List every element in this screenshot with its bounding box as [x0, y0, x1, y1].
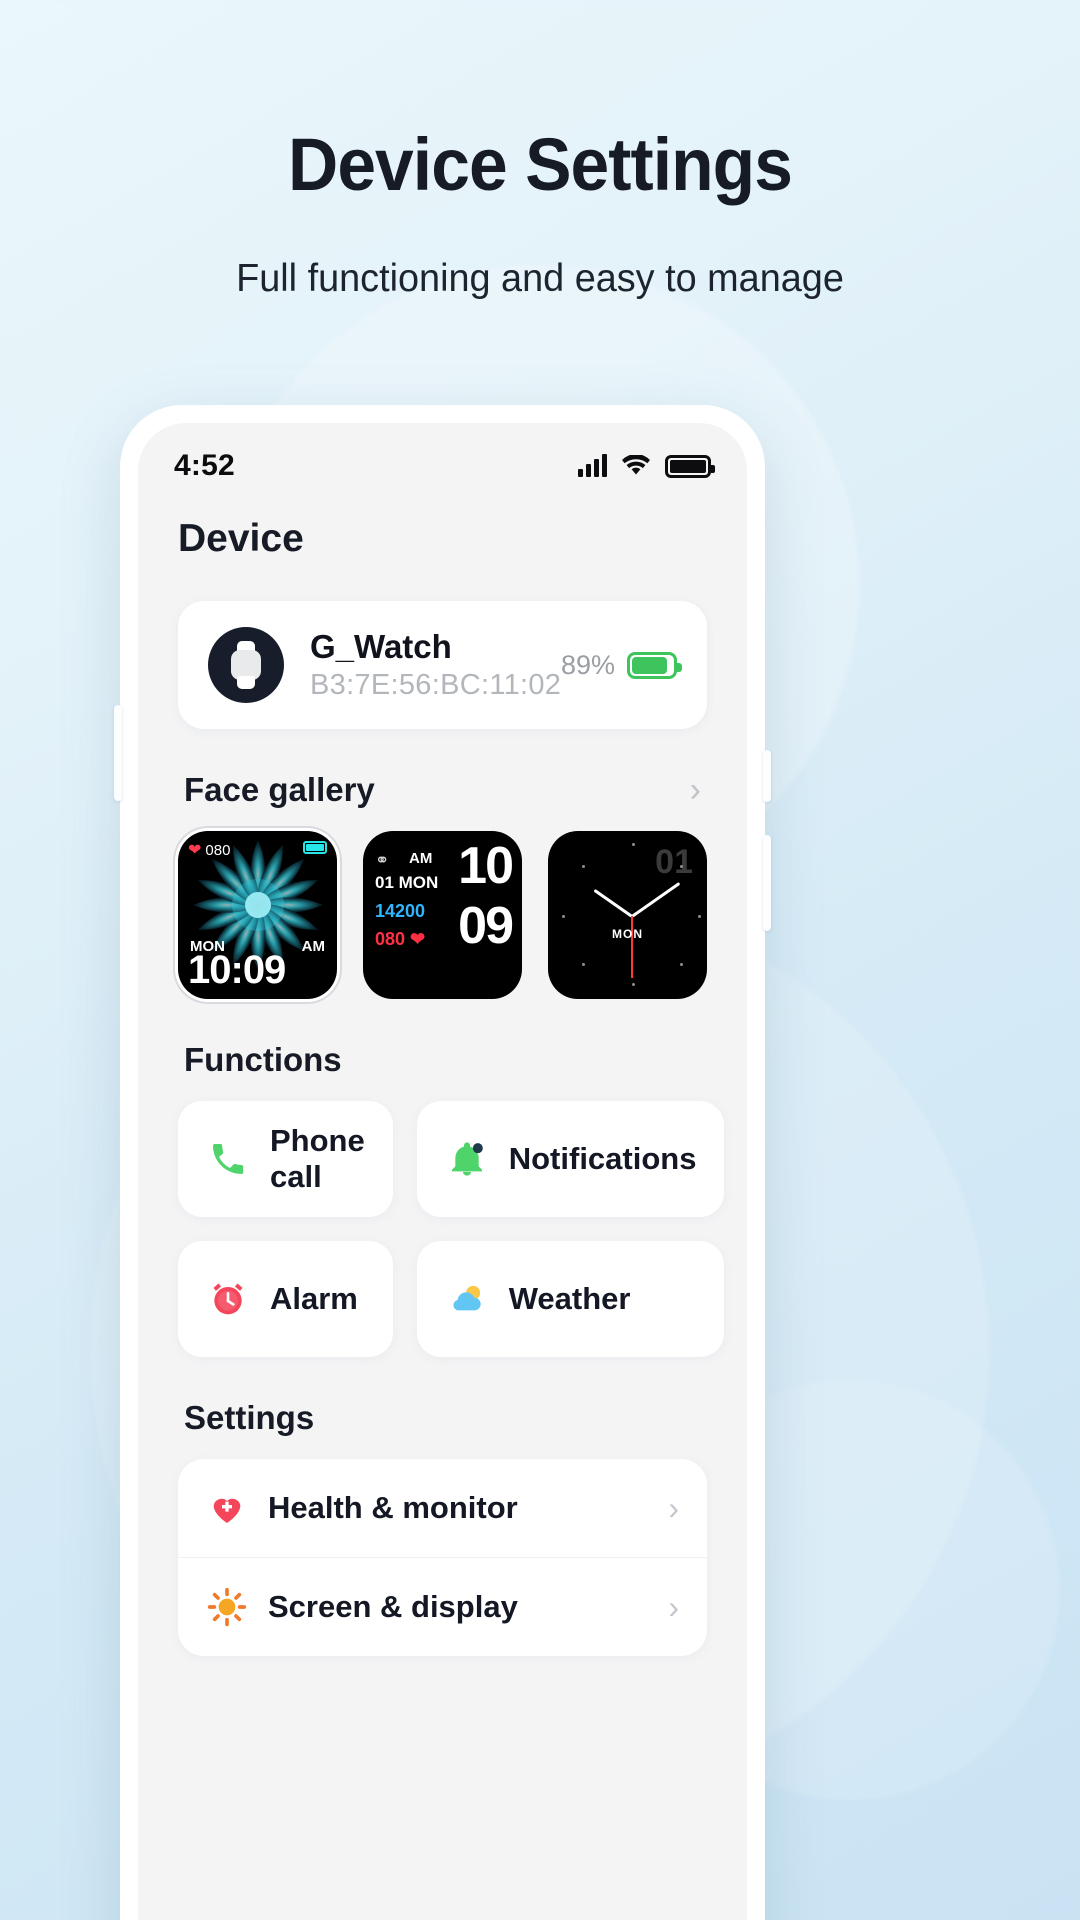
page-title: Device Settings [288, 123, 793, 206]
watch-icon [208, 627, 284, 703]
status-bar: 4:52 [138, 423, 747, 495]
functions-title: Functions [184, 1041, 342, 1078]
watch-face-digital[interactable]: ⚭ AM 01 MON 14200 080 ❤ 10 09 [363, 831, 522, 999]
clock-hour-hand [593, 888, 633, 918]
device-info: G_Watch B3:7E:56:BC:11:02 [310, 627, 562, 703]
phone-screen: 4:52 Device G_Watch B3:7E:56:BC:11:02 89… [138, 423, 747, 1920]
function-tile-phone-call[interactable]: Phone call [178, 1101, 393, 1217]
clock-minute-hand [631, 882, 681, 918]
function-tile-alarm[interactable]: Alarm [178, 1241, 393, 1357]
settings-row-health-monitor[interactable]: Health & monitor › [178, 1459, 707, 1557]
function-label: Alarm [270, 1281, 358, 1316]
wifi-icon [621, 455, 651, 477]
device-name: G_Watch [310, 627, 452, 665]
chevron-right-icon[interactable]: › [690, 773, 701, 807]
functions-grid: Phone call Notifications Alarm Weather [138, 1101, 747, 1357]
watch-face-flower[interactable]: ❤ 080 MON AM 10:09 [178, 831, 337, 999]
heart-icon: ❤ [410, 929, 426, 949]
function-label: Weather [508, 1281, 631, 1316]
device-battery: 89% [560, 649, 682, 681]
watch-face-analog[interactable]: 01 MON [548, 831, 707, 999]
face-meridiem: AM [409, 850, 433, 867]
hero-section: Device Settings Full functioning and eas… [0, 0, 1080, 301]
battery-percent-label: 89% [560, 649, 615, 680]
face-gallery-header[interactable]: Face gallery › [138, 771, 747, 809]
screen-title: Device [178, 517, 304, 560]
battery-icon [665, 454, 715, 478]
device-mac-address: B3:7E:56:BC:11:02 [310, 669, 562, 702]
settings-list: Health & monitor › Screen & display › [178, 1459, 707, 1656]
function-label: Phone call [270, 1123, 365, 1194]
alarm-clock-icon [206, 1277, 250, 1321]
settings-row-screen-display[interactable]: Screen & display › [178, 1557, 707, 1656]
settings-title: Settings [184, 1399, 315, 1436]
phone-mockup: 4:52 Device G_Watch B3:7E:56:BC:11:02 89… [114, 405, 771, 1920]
settings-label: Screen & display [268, 1589, 518, 1624]
functions-header: Functions [138, 1041, 747, 1079]
signal-icon [578, 454, 607, 477]
face-gallery-list: ❤ 080 MON AM 10:09 ⚭ AM 01 MON 14200 080… [138, 831, 747, 999]
phone-icon [206, 1137, 250, 1181]
settings-label: Health & monitor [268, 1490, 518, 1525]
face-hr-value: 080 [375, 929, 406, 949]
face-steps: 14200 [375, 901, 426, 921]
function-tile-notifications[interactable]: Notifications [416, 1101, 725, 1217]
function-label: Notifications [508, 1141, 697, 1176]
chevron-right-icon[interactable]: › [668, 1589, 679, 1626]
phone-button-right-top[interactable] [763, 750, 771, 802]
heart-plus-icon [206, 1487, 248, 1529]
phone-button-left[interactable] [114, 705, 122, 801]
settings-header: Settings [138, 1399, 747, 1437]
face-date-number: 01 [655, 843, 693, 881]
face-meridiem: AM [301, 938, 325, 955]
face-minutes: 09 [458, 897, 514, 955]
status-icons [578, 454, 715, 478]
page-subtitle: Full functioning and easy to manage [236, 257, 844, 300]
device-card[interactable]: G_Watch B3:7E:56:BC:11:02 89% [178, 601, 707, 729]
phone-button-right-bottom[interactable] [763, 835, 771, 931]
function-tile-weather[interactable]: Weather [416, 1241, 725, 1357]
face-heart-rate: 080 ❤ [375, 929, 425, 950]
face-hours: 10 [458, 837, 514, 895]
face-date: 01 MON [375, 873, 439, 892]
face-gallery-title: Face gallery [184, 771, 375, 808]
status-time: 4:52 [174, 449, 235, 482]
weather-cloud-icon [445, 1277, 489, 1321]
brightness-icon [206, 1586, 248, 1628]
bell-icon [445, 1137, 489, 1181]
face-time: 10:09 [188, 948, 286, 992]
face-day: MON [612, 927, 643, 941]
clock-second-hand [631, 916, 633, 978]
chevron-right-icon[interactable]: › [668, 1490, 679, 1527]
battery-level-icon [627, 651, 682, 679]
face-link-icon: ⚭ [375, 851, 390, 870]
